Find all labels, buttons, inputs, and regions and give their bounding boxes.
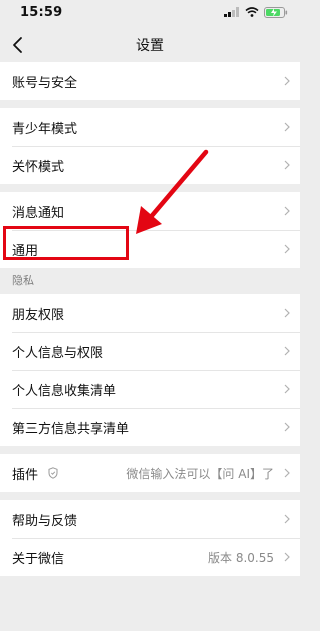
highlight-box-annotation — [3, 226, 129, 260]
settings-group-privacy: 朋友权限 个人信息与权限 个人信息收集清单 第三方信息共享清单 — [0, 294, 300, 446]
chevron-right-icon — [284, 346, 290, 356]
settings-row-personal-info-collection[interactable]: 个人信息收集清单 — [0, 370, 300, 408]
row-label: 关怀模式 — [12, 159, 65, 175]
section-label-privacy: 隐私 — [0, 268, 300, 294]
row-label: 账号与安全 — [12, 75, 78, 91]
chevron-right-icon — [284, 76, 290, 86]
row-label: 个人信息收集清单 — [12, 383, 117, 399]
back-arrow-icon[interactable] — [10, 35, 28, 55]
chevron-right-icon — [284, 308, 290, 318]
row-label: 插件 — [12, 467, 39, 483]
settings-list: 账号与安全 青少年模式 关怀模式 消息通知 通用 隐私 朋友权限 个人信息与权限… — [0, 62, 300, 576]
shield-icon — [48, 467, 58, 479]
status-bar: 15:59 — [0, 0, 300, 24]
row-label: 青少年模式 — [12, 121, 78, 137]
chevron-right-icon — [284, 160, 290, 170]
chevron-right-icon — [284, 422, 290, 432]
row-label: 个人信息与权限 — [12, 345, 104, 361]
settings-row-third-party-sharing[interactable]: 第三方信息共享清单 — [0, 408, 300, 446]
chevron-right-icon — [284, 384, 290, 394]
navigation-bar: 设置 — [0, 28, 300, 62]
chevron-right-icon — [284, 122, 290, 132]
settings-row-plugins[interactable]: 插件 微信输入法可以【问 AI】了 — [0, 454, 300, 492]
settings-group-plugins: 插件 微信输入法可以【问 AI】了 — [0, 454, 300, 492]
settings-row-about-wechat[interactable]: 关于微信 版本 8.0.55 — [0, 538, 300, 576]
status-icons — [224, 6, 288, 18]
settings-row-teen-mode[interactable]: 青少年模式 — [0, 108, 300, 146]
row-label: 消息通知 — [12, 205, 65, 221]
chevron-right-icon — [284, 468, 290, 478]
signal-icon — [224, 7, 239, 17]
row-label: 关于微信 — [12, 551, 65, 567]
row-label: 第三方信息共享清单 — [12, 421, 130, 437]
row-value: 版本 8.0.55 — [208, 550, 274, 565]
row-label: 帮助与反馈 — [12, 513, 78, 529]
red-arrow-annotation-icon — [136, 149, 209, 234]
battery-charging-icon — [264, 6, 288, 18]
chevron-right-icon — [284, 206, 290, 216]
page-title: 设置 — [136, 38, 164, 54]
settings-group-help: 帮助与反馈 关于微信 版本 8.0.55 — [0, 500, 300, 576]
row-value: 微信输入法可以【问 AI】了 — [126, 466, 274, 481]
settings-row-friend-permissions[interactable]: 朋友权限 — [0, 294, 300, 332]
settings-group-account: 账号与安全 — [0, 62, 300, 100]
settings-row-help-feedback[interactable]: 帮助与反馈 — [0, 500, 300, 538]
settings-row-personal-info-permissions[interactable]: 个人信息与权限 — [0, 332, 300, 370]
chevron-right-icon — [284, 244, 290, 254]
chevron-right-icon — [284, 552, 290, 562]
chevron-right-icon — [284, 514, 290, 524]
status-time: 15:59 — [20, 4, 63, 20]
wifi-icon — [245, 7, 259, 17]
row-label: 朋友权限 — [12, 307, 65, 323]
settings-row-account-security[interactable]: 账号与安全 — [0, 62, 300, 100]
